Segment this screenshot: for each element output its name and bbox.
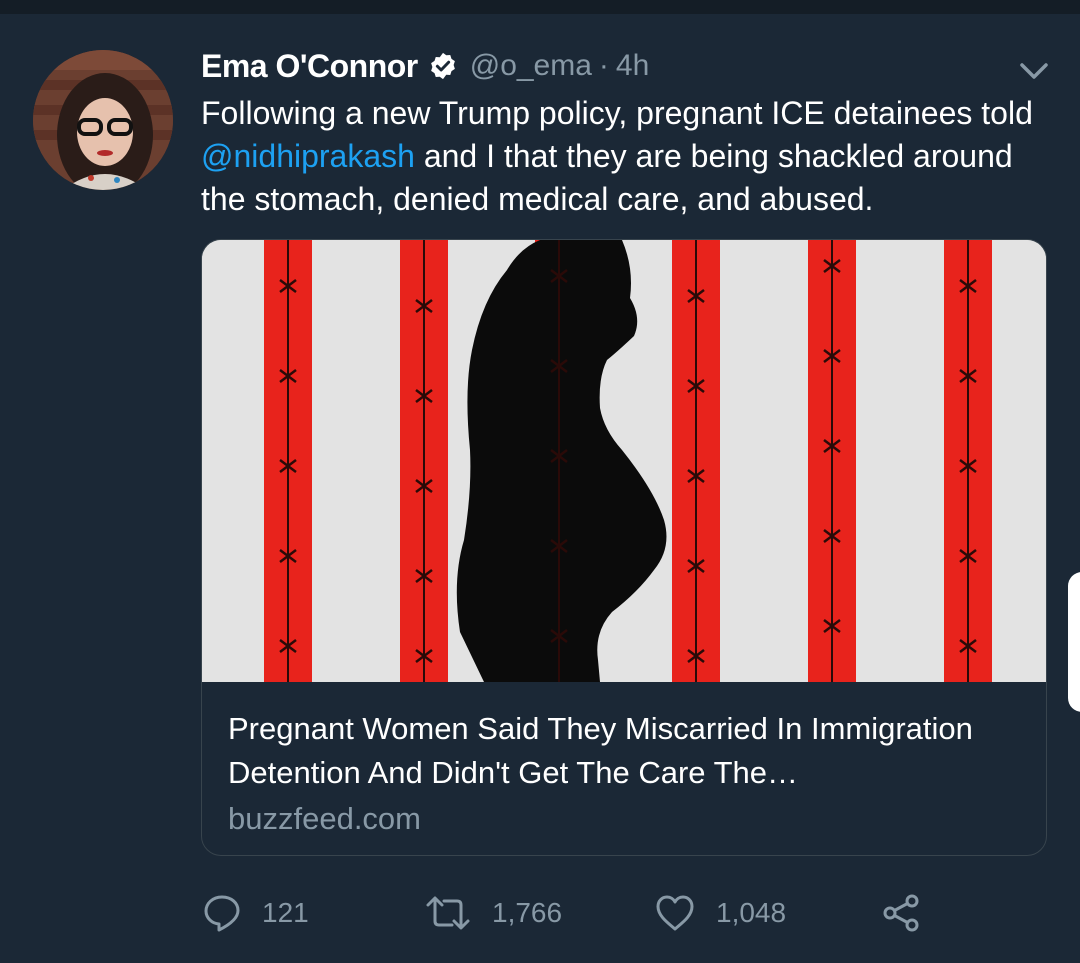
retweet-count: 1,766 [492, 897, 563, 928]
author-handle[interactable]: @o_ema [470, 49, 592, 83]
author-name[interactable]: Ema O'Connor [201, 48, 418, 85]
card-image [202, 240, 1046, 682]
tweet-timestamp[interactable]: 4h [616, 49, 649, 83]
top-divider [0, 0, 1080, 14]
chevron-down-icon[interactable] [1016, 56, 1052, 86]
card-title[interactable]: Pregnant Women Said They Miscarried In I… [228, 707, 1028, 795]
retweet-icon [426, 896, 470, 930]
share-button[interactable] [880, 890, 922, 936]
share-icon [883, 894, 919, 932]
reply-icon [204, 895, 240, 932]
tweet-text: Following a new Trump policy, pregnant I… [201, 92, 1051, 221]
tweet-actions: 121 1,766 1,048 [200, 890, 960, 936]
reply-count: 121 [262, 897, 309, 928]
verified-badge-icon [428, 51, 458, 81]
retweet-button[interactable]: 1,766 [424, 890, 562, 936]
tweet-text-start: Following a new Trump policy, pregnant I… [201, 95, 1033, 131]
header-separator: · [598, 49, 609, 82]
card-body: Pregnant Women Said They Miscarried In I… [228, 707, 1028, 841]
tweet-header: Ema O'Connor @o_ema · 4h [201, 42, 649, 90]
avatar[interactable] [33, 50, 173, 190]
like-icon [656, 895, 694, 931]
avatar-photo [33, 50, 173, 190]
like-button[interactable]: 1,048 [654, 890, 786, 936]
scroll-handle[interactable] [1068, 572, 1080, 712]
reply-button[interactable]: 121 [202, 890, 309, 936]
link-card[interactable]: Pregnant Women Said They Miscarried In I… [201, 239, 1047, 856]
mention-link[interactable]: @nidhiprakash [201, 138, 415, 174]
card-domain: buzzfeed.com [228, 801, 421, 836]
like-count: 1,048 [716, 897, 787, 928]
